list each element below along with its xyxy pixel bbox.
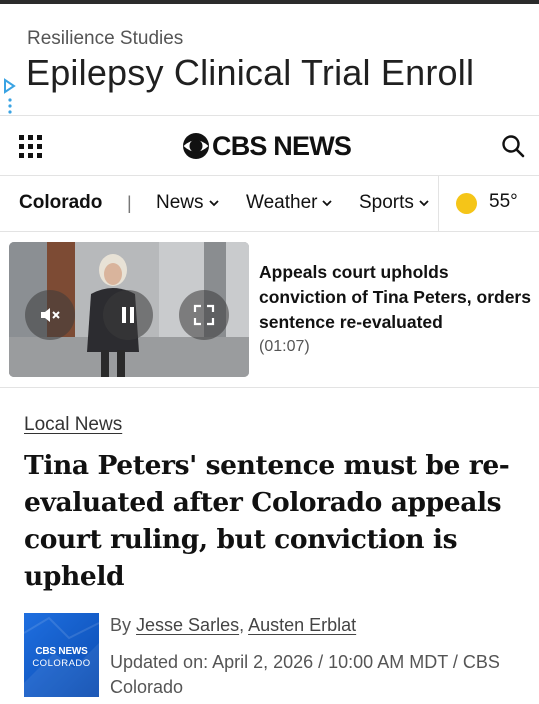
video-thumbnail[interactable] [9,242,249,377]
byline: By Jesse Sarles, Austen Erblat [110,615,357,635]
ad-sponsor: Resilience Studies [27,28,184,49]
section-link[interactable]: Local News [24,414,122,436]
nav-divider [438,176,439,232]
cbs-news-logo[interactable]: CBS NEWS [182,130,352,161]
video-promo[interactable]: Appeals court upholds conviction of Tina… [0,232,539,388]
avatar-line1: CBS NEWS [35,646,88,657]
ad-headline[interactable]: Epilepsy Clinical Trial Enroll [26,52,474,94]
video-duration: (01:07) [259,338,310,355]
logo-text: CBS NEWS [212,130,352,161]
byline-prefix: By [110,615,132,635]
author-avatar[interactable]: CBS NEWS COLORADO [24,613,99,697]
adchoices-icon[interactable] [2,78,16,118]
chevron-down-icon [419,199,429,206]
pause-icon [122,307,134,323]
author-link[interactable]: Jesse Sarles [136,615,239,635]
mute-icon [41,308,60,322]
nav-sports-label: Sports [359,192,414,213]
nav-separator: | [127,193,132,213]
mute-button[interactable] [25,290,75,340]
ad-banner[interactable]: Resilience Studies Epilepsy Clinical Tri… [0,4,539,116]
fullscreen-icon [193,304,215,326]
cbs-eye-icon [183,133,209,159]
grid-menu-icon[interactable] [19,135,42,158]
nav-weather-label: Weather [246,192,318,213]
updated-timestamp: Updated on: April 2, 2026 / 10:00 AM MDT… [110,652,500,697]
chevron-down-icon [208,199,219,206]
video-title[interactable]: Appeals court upholds conviction of Tina… [259,260,535,335]
article-headline: Tina Peters' sentence must be re-evaluat… [24,450,510,592]
pause-button[interactable] [103,290,153,340]
nav-colorado[interactable]: Colorado [19,192,102,214]
nav-weather-dropdown[interactable]: Weather [246,192,333,214]
site-header: CBS NEWS [0,116,539,176]
avatar-line2: COLORADO [32,658,91,669]
chevron-down-icon [322,199,333,206]
fullscreen-button[interactable] [179,290,229,340]
search-icon[interactable] [501,134,525,158]
nav-sports-dropdown[interactable]: Sports [359,192,429,214]
author-link[interactable]: Austen Erblat [248,615,356,635]
local-nav: Colorado | News Weather Sports 55° [0,176,539,232]
nav-news-label: News [156,192,204,213]
nav-news-dropdown[interactable]: News [156,192,219,214]
sun-icon[interactable] [456,193,477,214]
temperature[interactable]: 55° [489,191,518,213]
